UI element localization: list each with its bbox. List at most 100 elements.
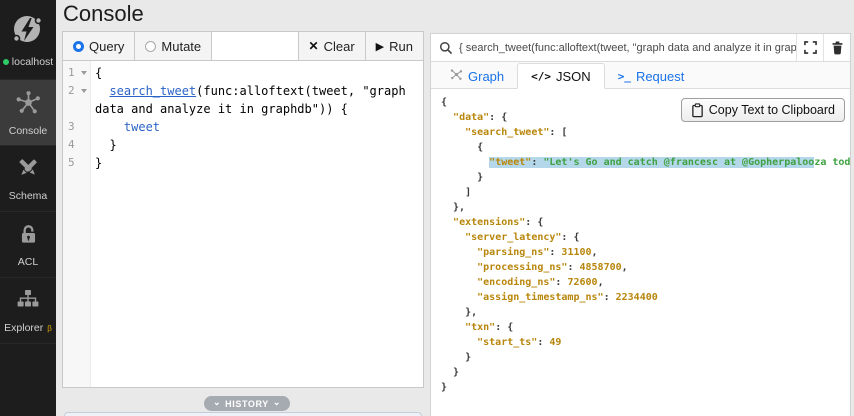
toolbar-spacer <box>212 32 297 60</box>
query-preview[interactable]: { search_tweet(func:alloftext(tweet, "gr… <box>459 42 796 54</box>
tab-json[interactable]: </> JSON <box>517 63 605 89</box>
history-label: HISTORY <box>225 399 269 409</box>
chevron-down-icon: ⌄ <box>273 397 281 408</box>
code-line: 1{ <box>63 64 423 82</box>
run-icon: ▶ <box>376 40 384 53</box>
sidebar-item-label: Schema <box>9 190 48 202</box>
terminal-icon: >_ <box>618 70 631 83</box>
results-panel: { search_tweet(func:alloftext(tweet, "gr… <box>430 33 851 416</box>
app-window: localhost Console Schema ACL Explorerβ Conso… <box>0 0 854 416</box>
radio-unselected-icon <box>145 41 156 52</box>
json-lines: { "data": { "search_tweet": [ { "tweet":… <box>441 95 850 395</box>
dgraph-logo-icon <box>10 11 46 52</box>
tab-label: Graph <box>468 69 504 84</box>
json-line: "start_ts": 49 <box>441 335 850 350</box>
sidebar: localhost Console Schema ACL Explorerβ <box>0 0 56 416</box>
sidebar-item-acl[interactable]: ACL <box>0 212 56 278</box>
json-line: "parsing_ns": 31100, <box>441 245 850 260</box>
code-line: 5} <box>63 154 423 172</box>
results-tabbar: Graph </> JSON >_ Request <box>431 62 850 89</box>
sidebar-item-localhost[interactable]: localhost <box>0 0 56 80</box>
query-mode-label: Query <box>89 39 124 54</box>
radio-selected-icon <box>73 41 84 52</box>
history-panel-edge[interactable] <box>64 412 422 416</box>
query-mode-button[interactable]: Query <box>63 32 135 60</box>
query-code-editor[interactable]: 1{2 search_tweet(func:alloftext(tweet, "… <box>63 61 423 387</box>
json-line: { <box>441 140 850 155</box>
json-line: } <box>441 380 850 395</box>
code-line: 3 tweet <box>63 118 423 136</box>
fullscreen-button[interactable] <box>796 34 823 61</box>
query-toolbar: Query Mutate ✕ Clear ▶ Run <box>63 32 423 61</box>
history-toggle-button[interactable]: ⌄ HISTORY ⌄ <box>204 396 290 411</box>
line-number: 4 <box>63 136 90 154</box>
json-line: "processing_ns": 4858700, <box>441 260 850 275</box>
clear-icon: ✕ <box>309 39 319 53</box>
page-title: Console <box>63 1 144 27</box>
tab-graph[interactable]: Graph <box>437 63 517 89</box>
json-line: } <box>441 170 850 185</box>
code-text: { <box>90 64 102 82</box>
code-text: data and analyze it in graphdb")) { <box>90 100 348 118</box>
json-line: }, <box>441 305 850 320</box>
fold-arrow-icon[interactable] <box>81 71 87 75</box>
query-panel: Query Mutate ✕ Clear ▶ Run 1{2 search_tw… <box>62 31 424 388</box>
run-label: Run <box>389 39 413 54</box>
code-text: } <box>90 154 102 172</box>
code-line: 2 search_tweet(func:alloftext(tweet, "gr… <box>63 82 423 100</box>
code-icon: </> <box>531 70 551 83</box>
mutate-mode-button[interactable]: Mutate <box>135 32 212 60</box>
json-line: "encoding_ns": 72600, <box>441 275 850 290</box>
line-number: 1 <box>63 64 90 82</box>
code-text: search_tweet(func:alloftext(tweet, "grap… <box>90 82 406 100</box>
line-number: 5 <box>63 154 90 172</box>
sidebar-item-label: Console <box>9 125 48 137</box>
console-icon <box>15 89 42 121</box>
status-dot <box>3 59 9 65</box>
tab-label: Request <box>636 69 684 84</box>
sidebar-item-label: localhost <box>3 56 53 68</box>
json-line: ] <box>441 185 850 200</box>
json-line: "extensions": { <box>441 215 850 230</box>
code-line: 4 } <box>63 136 423 154</box>
line-number: 2 <box>63 82 90 100</box>
copy-button-label: Copy Text to Clipboard <box>709 103 835 117</box>
sidebar-item-schema[interactable]: Schema <box>0 146 56 212</box>
sitemap-icon <box>15 287 41 318</box>
schema-icon <box>15 155 41 186</box>
json-line: } <box>441 350 850 365</box>
code-text: } <box>90 136 117 154</box>
json-line: }, <box>441 200 850 215</box>
lock-icon <box>16 222 41 252</box>
json-line: "tweet": "Let's Go and catch @francesc a… <box>441 155 850 170</box>
delete-frame-button[interactable] <box>823 34 850 61</box>
sidebar-item-explorer[interactable]: Explorerβ <box>0 278 56 344</box>
sidebar-item-label: ACL <box>18 256 38 268</box>
json-output: Copy Text to Clipboard { "data": { "sear… <box>431 89 850 416</box>
fold-arrow-icon[interactable] <box>81 89 87 93</box>
json-line: "txn": { <box>441 320 850 335</box>
tab-label: JSON <box>556 69 591 84</box>
code-text: tweet <box>90 118 160 136</box>
mutate-mode-label: Mutate <box>161 39 201 54</box>
json-line: } <box>441 365 850 380</box>
clear-label: Clear <box>324 39 355 54</box>
code-line: data and analyze it in graphdb")) { <box>63 100 423 118</box>
graph-icon <box>450 68 463 84</box>
line-number <box>63 100 90 118</box>
run-button[interactable]: ▶ Run <box>365 32 423 60</box>
json-line: "search_tweet": [ <box>441 125 850 140</box>
sidebar-item-console[interactable]: Console <box>0 80 56 146</box>
json-line: "server_latency": { <box>441 230 850 245</box>
tab-request[interactable]: >_ Request <box>605 63 698 89</box>
json-line: "assign_timestamp_ns": 2234400 <box>441 290 850 305</box>
result-query-bar: { search_tweet(func:alloftext(tweet, "gr… <box>431 34 850 62</box>
clear-button[interactable]: ✕ Clear <box>298 32 365 60</box>
beta-badge: β <box>47 324 52 333</box>
clipboard-icon <box>691 103 704 118</box>
search-icon <box>431 41 459 55</box>
sidebar-item-label: Explorerβ <box>4 322 52 334</box>
line-number: 3 <box>63 118 90 136</box>
copy-to-clipboard-button[interactable]: Copy Text to Clipboard <box>681 98 845 122</box>
chevron-down-icon: ⌄ <box>213 397 221 408</box>
